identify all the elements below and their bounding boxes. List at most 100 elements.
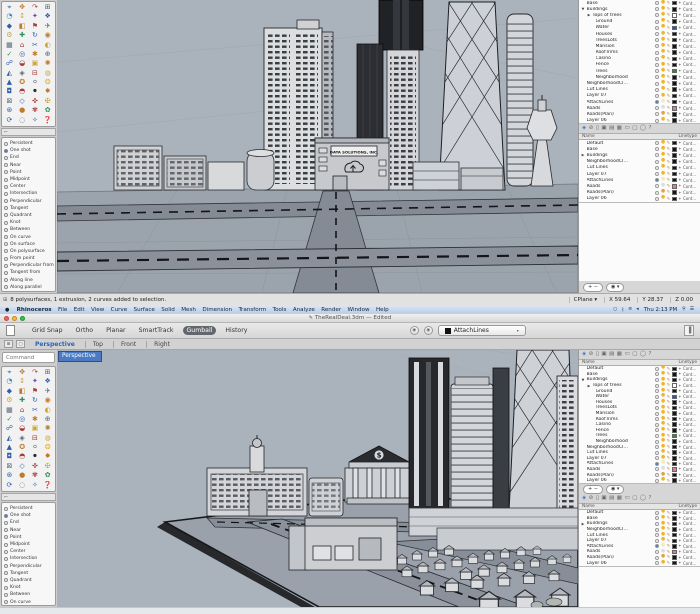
material-icon[interactable]: ✦ [678,75,681,79]
radio-icon[interactable] [4,142,8,146]
tool-icon[interactable]: ◉ [41,396,54,405]
lock-icon[interactable]: ✎ [667,522,671,526]
tool-icon[interactable]: ❂ [41,78,54,87]
radio-icon[interactable] [4,257,8,261]
layer-action-button[interactable]: ◉ ▾ [606,283,624,292]
osnap-option[interactable]: On polysurface [2,248,55,255]
tool-icon[interactable]: ✓ [3,50,16,59]
panel-tool-icon[interactable]: ▤ [609,126,614,132]
current-layer-radio[interactable] [655,462,659,466]
tool-icon[interactable]: ↕ [16,377,29,386]
tool-icon[interactable]: ● [16,106,29,115]
palette-overflow-icon[interactable]: ⌐ [1,493,56,501]
panel-tool-icon[interactable]: ⊘ [589,352,594,358]
radio-icon[interactable] [4,178,8,182]
tool-icon[interactable]: ⟳ [3,481,16,490]
layer-color-swatch[interactable] [672,13,677,18]
visibility-bulb-icon[interactable]: ● [661,100,665,105]
tool-icon[interactable]: ▦ [3,41,16,50]
material-icon[interactable]: ✦ [678,184,681,188]
layer-linetype[interactable]: Cont… [683,7,698,12]
tool-icon[interactable]: ✺ [41,424,54,433]
material-icon[interactable]: ✦ [678,400,681,404]
menubar-status-icon[interactable]: ᛒ [619,307,626,313]
lock-icon[interactable]: ✎ [667,178,671,182]
menu-item[interactable]: Transform [235,307,269,313]
layer-color-swatch[interactable] [672,1,677,6]
layer-linetype[interactable]: Cont… [683,521,698,526]
material-icon[interactable]: ✦ [678,141,681,145]
layer-row[interactable]: ▶ Buildings ● ✎ ✦ Cont… [579,521,700,527]
apple-menu-icon[interactable]: ● [5,307,9,313]
tool-icon[interactable]: ◒ [16,59,29,68]
current-layer-radio[interactable] [655,556,659,560]
layer-linetype[interactable]: Cont… [683,153,698,158]
tool-icon[interactable]: ◆ [3,387,16,396]
menubar-clock[interactable]: Thu 2:13 PM [641,307,681,313]
layer-linetype[interactable]: Cont… [683,372,698,377]
material-icon[interactable]: ✦ [678,119,681,123]
viewport-tab[interactable]: Top [85,341,110,348]
current-layer-radio[interactable] [655,544,659,548]
material-icon[interactable]: ✦ [678,440,681,444]
tool-icon[interactable]: ◭ [3,434,16,443]
lock-icon[interactable]: ✎ [667,57,671,61]
radio-icon[interactable] [4,514,8,518]
tool-icon[interactable]: ❂ [41,443,54,452]
panel-tool-icon[interactable]: ◈ [582,352,586,358]
radio-icon[interactable] [4,593,8,597]
radio-icon[interactable] [4,206,8,210]
current-layer-radio[interactable] [655,26,659,30]
radio-icon[interactable] [4,521,8,525]
lock-icon[interactable]: ✎ [667,439,671,443]
layer-color-swatch[interactable] [672,172,677,177]
layer-linetype[interactable]: Cont… [683,141,698,146]
material-icon[interactable]: ✦ [678,456,681,460]
toolbar-toggle[interactable]: Grid Snap [28,326,67,335]
layer-row[interactable]: TreesLots ● ✎ ✦ Cont… [579,405,700,411]
osnap-option[interactable]: Near [2,162,55,169]
lock-icon[interactable]: ✎ [667,153,671,157]
tool-icon[interactable]: ◔ [3,12,16,21]
material-icon[interactable]: ✦ [678,372,681,376]
layer-color-swatch[interactable] [672,19,677,24]
visibility-bulb-icon[interactable]: ● [661,178,665,183]
current-layer-radio[interactable] [655,94,659,98]
layer-row[interactable]: ▼ Buildings ● ✎ ✦ Cont… [579,377,700,383]
material-icon[interactable]: ✦ [678,533,681,537]
current-layer-radio[interactable] [655,434,659,438]
tool-icon[interactable]: ☍ [3,59,16,68]
lock-icon[interactable]: ✎ [667,160,671,164]
radio-icon[interactable] [4,507,8,511]
material-icon[interactable]: ✦ [678,367,681,371]
tool-icon[interactable]: ✱ [29,50,42,59]
tool-icon[interactable]: ⊠ [3,97,16,106]
lock-icon[interactable]: ✎ [667,1,671,5]
visibility-bulb-icon[interactable]: ● [661,172,665,177]
radio-icon[interactable] [4,185,8,189]
layer-linetype[interactable]: Cont… [683,190,698,195]
current-layer-radio[interactable] [655,528,659,532]
menu-item[interactable]: Curve [107,307,130,313]
lock-icon[interactable]: ✎ [667,428,671,432]
panel-tool-icon[interactable]: ▯ [596,352,599,358]
viewport-tab[interactable]: Front [113,341,143,348]
material-icon[interactable]: ✦ [678,434,681,438]
layer-color-swatch[interactable] [672,147,677,152]
layer-color-swatch[interactable] [672,561,677,566]
layer-linetype[interactable]: Cont… [683,533,698,538]
lock-icon[interactable]: ✎ [667,44,671,48]
radio-icon[interactable] [4,163,8,167]
menu-item[interactable]: Render [318,307,344,313]
lock-icon[interactable]: ✎ [667,527,671,531]
tool-icon[interactable]: ▣ [29,59,42,68]
current-layer-radio[interactable] [655,75,659,79]
layer-color-swatch[interactable] [672,550,677,555]
layer-linetype[interactable]: Cont… [683,433,698,438]
current-layer-radio[interactable] [655,191,659,195]
tool-icon[interactable]: ⚙ [3,31,16,40]
layer-linetype[interactable]: Cont… [683,19,698,24]
current-layer-radio[interactable] [655,378,659,382]
tool-icon[interactable]: ⊠ [3,462,16,471]
tool-icon[interactable]: ✱ [29,415,42,424]
